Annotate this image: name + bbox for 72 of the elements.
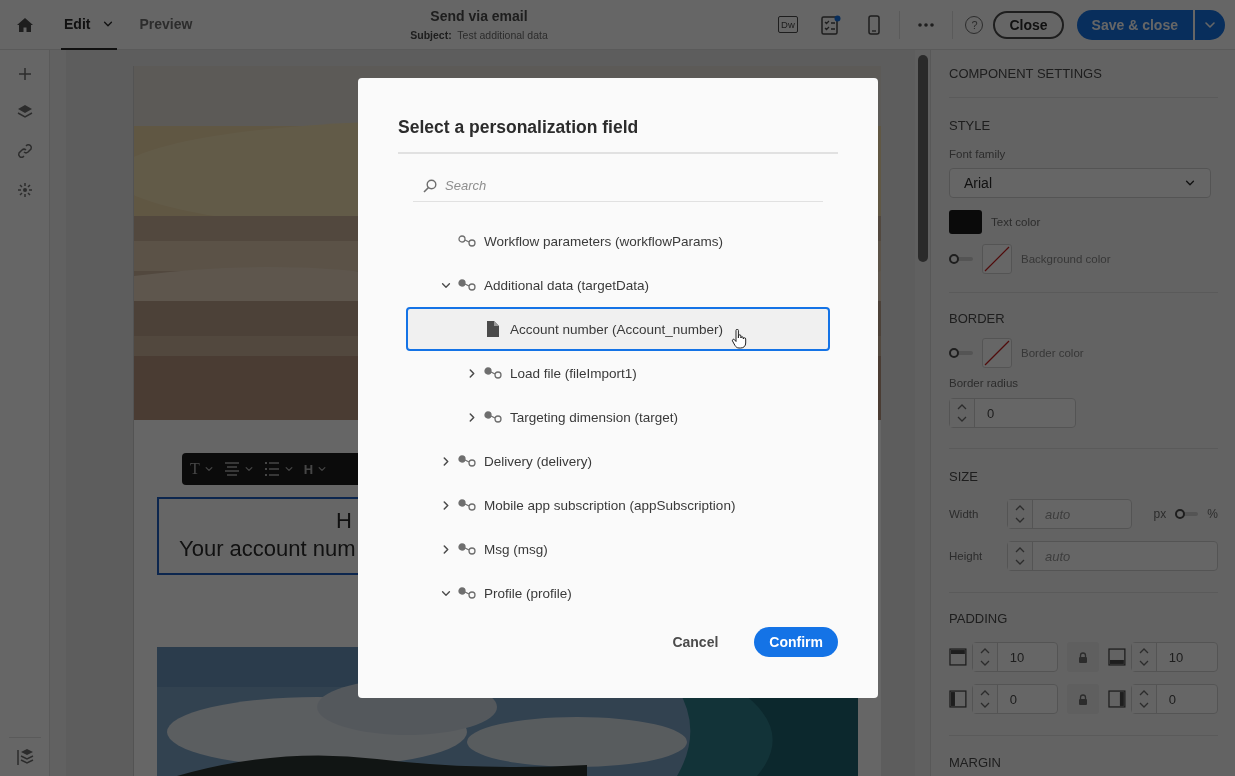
caret-icon	[203, 464, 214, 474]
editor-tab[interactable]: Preview	[136, 0, 196, 50]
close-button[interactable]: Close	[993, 10, 1064, 39]
link-node-icon	[458, 455, 476, 467]
unit-label: %	[1207, 507, 1218, 521]
checklist-icon[interactable]	[821, 14, 841, 35]
text-line: H	[336, 507, 352, 535]
search-field[interactable]: Search	[413, 170, 823, 202]
tree-item[interactable]: Delivery (delivery)	[406, 439, 830, 483]
section-heading: STYLE	[949, 117, 991, 135]
heading-button[interactable]: H	[303, 461, 328, 477]
save-close-button[interactable]: Save & close	[1076, 9, 1193, 40]
tree-item[interactable]: Load file (fileImport1)	[406, 351, 830, 395]
border-color-swatch[interactable]	[982, 338, 1012, 368]
search-icon	[423, 179, 437, 193]
hand-cursor-icon	[731, 329, 747, 349]
confirm-button[interactable]: Confirm	[754, 627, 838, 657]
unit-toggle[interactable]	[1175, 509, 1199, 519]
dialog-title: Select a personalization field	[398, 116, 639, 139]
padding-side-icon	[949, 690, 967, 708]
section-heading: PADDING	[949, 610, 1008, 628]
link-node-icon	[458, 587, 476, 599]
section-heading: BORDER	[949, 310, 1005, 328]
link-node-icon	[458, 235, 476, 247]
dw-button[interactable]: Dw	[778, 16, 798, 33]
background-color-swatch[interactable]	[982, 244, 1012, 274]
layers-icon[interactable]	[16, 104, 33, 120]
link-node-icon	[458, 543, 476, 555]
text-line: Your account num	[179, 535, 356, 563]
tree-item[interactable]: Workflow parameters (workflowParams)	[406, 219, 830, 263]
tree-item[interactable]: Additional data (targetData)	[406, 263, 830, 307]
layer-order-icon[interactable]	[15, 748, 34, 766]
tree-item[interactable]: Profile (profile)	[406, 571, 830, 615]
link-node-icon	[458, 499, 476, 511]
tree-item[interactable]: Account number (Account_number)	[406, 307, 830, 351]
caret-icon	[243, 464, 254, 474]
lock-button[interactable]	[1067, 642, 1099, 672]
section-heading: MARGIN	[949, 754, 1001, 772]
padding-side-icon	[1107, 648, 1126, 666]
fragment-icon[interactable]	[16, 182, 33, 198]
link-node-icon	[484, 367, 502, 379]
link-node-icon	[484, 411, 502, 423]
align-button[interactable]	[223, 462, 254, 476]
link-icon[interactable]	[16, 143, 33, 159]
document-title: Send via email	[430, 8, 528, 24]
section-heading: SIZE	[949, 468, 978, 486]
tree-item[interactable]: Msg (msg)	[406, 527, 830, 571]
cancel-button[interactable]: Cancel	[656, 627, 735, 657]
list-button[interactable]	[263, 462, 294, 476]
padding-side-icon	[949, 648, 967, 666]
save-options-button[interactable]	[1195, 9, 1225, 40]
add-icon[interactable]	[17, 67, 32, 81]
panel-title: COMPONENT SETTINGS	[949, 65, 1102, 83]
scrollbar-thumb[interactable]	[918, 55, 928, 262]
more-icon[interactable]	[918, 22, 935, 27]
home-icon[interactable]	[16, 16, 34, 33]
text-color-swatch[interactable]	[949, 210, 982, 234]
border-toggle[interactable]	[949, 348, 973, 358]
caret-icon	[317, 464, 328, 474]
link-node-icon	[458, 279, 476, 291]
mobile-icon[interactable]	[868, 14, 880, 35]
tree-item[interactable]: Mobile app subscription (appSubscription)	[406, 483, 830, 527]
caret-icon	[283, 464, 294, 474]
subject-line: Subject: Test additional data	[410, 29, 548, 41]
font-family-dropdown[interactable]: Arial	[949, 168, 1211, 198]
file-icon	[487, 321, 499, 337]
tree-item[interactable]: Targeting dimension (target)	[406, 395, 830, 439]
padding-side-icon	[1107, 690, 1126, 708]
lock-button[interactable]	[1067, 684, 1099, 714]
background-toggle[interactable]	[949, 254, 973, 264]
lock-icon	[1078, 651, 1088, 663]
lock-icon	[1078, 693, 1088, 705]
